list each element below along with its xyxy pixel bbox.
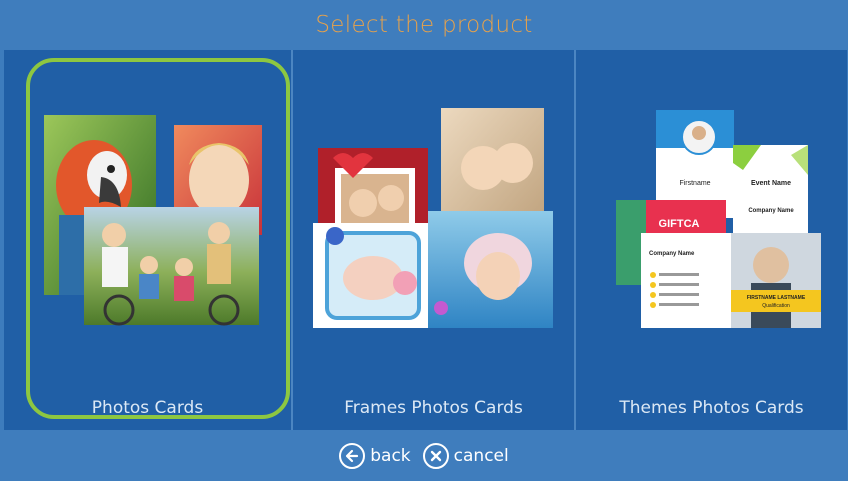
cancel-label: cancel	[453, 445, 509, 466]
title-bar: Select the product	[0, 0, 848, 50]
qualification-text: Qualification	[762, 303, 790, 309]
product-label: Themes Photos Cards	[619, 398, 804, 418]
product-label: Photos Cards	[91, 398, 204, 418]
company-name-text: Company Name	[748, 208, 794, 214]
product-themes-photos-cards[interactable]: Firstname Event Name Company Name GIFTCA…	[576, 50, 847, 430]
cancel-button[interactable]: cancel	[422, 442, 509, 469]
footer-bar: back cancel	[0, 430, 848, 481]
frames-photos-cards-illustration	[313, 108, 553, 328]
firstname-lastname-text: FIRSTNAME LASTNAME	[747, 295, 806, 301]
event-name-text: Event Name	[751, 180, 791, 187]
product-grid: Photos Cards Frames Photos Cards Firstna…	[4, 50, 847, 430]
x-circle-icon	[422, 442, 449, 469]
product-label: Frames Photos Cards	[344, 398, 523, 418]
product-photos-cards[interactable]: Photos Cards	[4, 50, 291, 430]
page-title: Select the product	[315, 12, 533, 38]
giftcard-text: GIFTCA	[659, 218, 700, 230]
firstname-text: Firstname	[679, 180, 710, 187]
back-button[interactable]: back	[339, 442, 411, 469]
arrow-left-circle-icon	[339, 442, 366, 469]
back-label: back	[370, 445, 411, 466]
product-frames-photos-cards[interactable]: Frames Photos Cards	[293, 50, 574, 430]
company-name-2-text: Company Name	[649, 251, 695, 257]
themes-photos-cards-illustration: Firstname Event Name Company Name GIFTCA…	[616, 110, 821, 328]
selection-highlight	[26, 58, 290, 419]
